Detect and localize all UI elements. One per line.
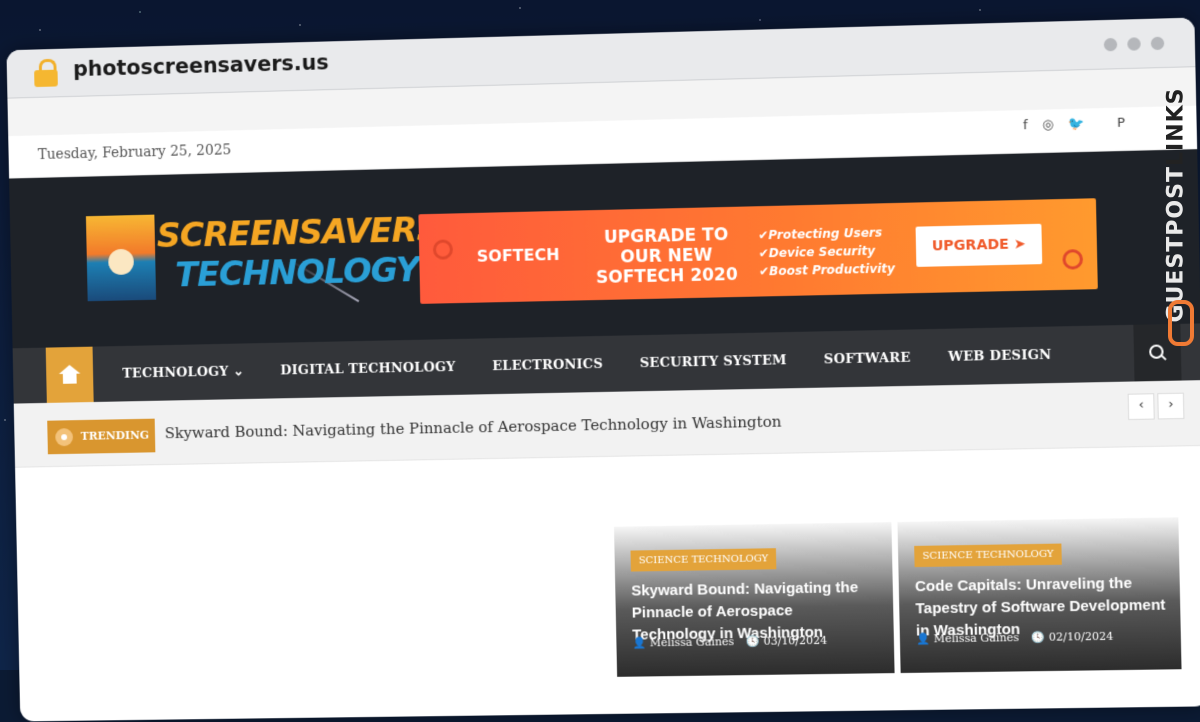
featured-card[interactable]: SCIENCE TECHNOLOGY Code Capitals: Unrave… xyxy=(897,517,1182,674)
site-header: SCREENSAVERS TECHNOLOGY SOFTECH UPGRADE … xyxy=(9,149,1200,349)
window-controls xyxy=(1103,36,1165,52)
browser-frame: photoscreensavers.us Tuesday, February 2… xyxy=(2,0,1200,722)
home-icon xyxy=(58,364,81,375)
instagram-icon[interactable]: ◎ xyxy=(1042,117,1054,132)
banner-brand: SOFTECH xyxy=(476,244,560,266)
social-links: f ◎ 🐦 P xyxy=(1023,116,1125,134)
nav-item-electronics[interactable]: ELECTRONICS xyxy=(492,356,603,373)
nav-item-security-system[interactable]: SECURITY SYSTEM xyxy=(640,353,787,371)
card-author: 👤 Melissa Gaines xyxy=(915,631,1020,646)
site-logo[interactable]: SCREENSAVERS TECHNOLOGY xyxy=(85,209,440,311)
link-icon xyxy=(1168,300,1194,346)
card-date: 🕓 02/10/2024 xyxy=(1031,629,1114,644)
card-meta: 👤 Melissa Gaines 🕓 03/10/2024 xyxy=(632,634,827,650)
logo-line1: SCREENSAVERS xyxy=(156,209,441,257)
banner-check-item: ✔Boost Productivity xyxy=(758,261,896,279)
trending-headline[interactable]: Skyward Bound: Navigating the Pinnacle o… xyxy=(165,413,782,443)
pinterest-icon[interactable]: P xyxy=(1117,116,1125,131)
card-date: 🕓 03/10/2024 xyxy=(746,633,828,649)
window-dot-icon[interactable] xyxy=(1150,36,1165,51)
logo-line2: TECHNOLOGY xyxy=(174,250,420,296)
featured-content: SCIENCE TECHNOLOGY Skyward Bound: Naviga… xyxy=(15,445,1200,685)
next-arrow-icon[interactable]: › xyxy=(1157,392,1185,420)
card-author: 👤 Melissa Gaines xyxy=(632,635,735,650)
node-icon xyxy=(432,239,454,260)
facebook-icon[interactable]: f xyxy=(1023,118,1028,133)
prev-arrow-icon[interactable]: ‹ xyxy=(1127,393,1155,421)
address-bar-url[interactable]: photoscreensavers.us xyxy=(73,50,329,81)
node-icon xyxy=(1062,249,1084,270)
trending-label: TRENDING xyxy=(47,418,156,455)
trending-arrows: ‹ › xyxy=(1127,392,1185,421)
twitter-icon[interactable]: 🐦 xyxy=(1068,117,1085,133)
browser-window: photoscreensavers.us Tuesday, February 2… xyxy=(6,17,1200,722)
trending-dot-icon xyxy=(55,428,74,447)
current-date: Tuesday, February 25, 2025 xyxy=(37,142,232,164)
nav-item-software[interactable]: SOFTWARE xyxy=(824,350,911,367)
nav-item-technology[interactable]: TECHNOLOGY ⌄ xyxy=(122,364,244,381)
guestpostlinks-watermark: GUESTPOSTLINKS xyxy=(1164,60,1196,360)
card-category[interactable]: SCIENCE TECHNOLOGY xyxy=(630,548,777,572)
card-meta: 👤 Melissa Gaines 🕓 02/10/2024 xyxy=(916,630,1114,646)
logo-mark-icon xyxy=(85,214,157,302)
window-dot-icon[interactable] xyxy=(1127,37,1141,51)
nav-item-digital-technology[interactable]: DIGITAL TECHNOLOGY xyxy=(280,359,455,377)
banner-headline: UPGRADE TO OUR NEW SOFTECH 2020 xyxy=(595,224,738,289)
window-dot-icon[interactable] xyxy=(1103,37,1118,52)
card-category[interactable]: SCIENCE TECHNOLOGY xyxy=(914,543,1063,568)
featured-card[interactable]: SCIENCE TECHNOLOGY Skyward Bound: Naviga… xyxy=(614,522,895,677)
lock-icon xyxy=(34,58,60,88)
home-button[interactable] xyxy=(45,346,94,403)
ad-banner[interactable]: SOFTECH UPGRADE TO OUR NEW SOFTECH 2020 … xyxy=(418,198,1098,304)
banner-checks: ✔Protecting Users ✔Device Security ✔Boos… xyxy=(758,223,895,280)
nav-item-web-design[interactable]: WEB DESIGN xyxy=(948,347,1052,364)
upgrade-button[interactable]: UPGRADE ➤ xyxy=(915,223,1043,267)
